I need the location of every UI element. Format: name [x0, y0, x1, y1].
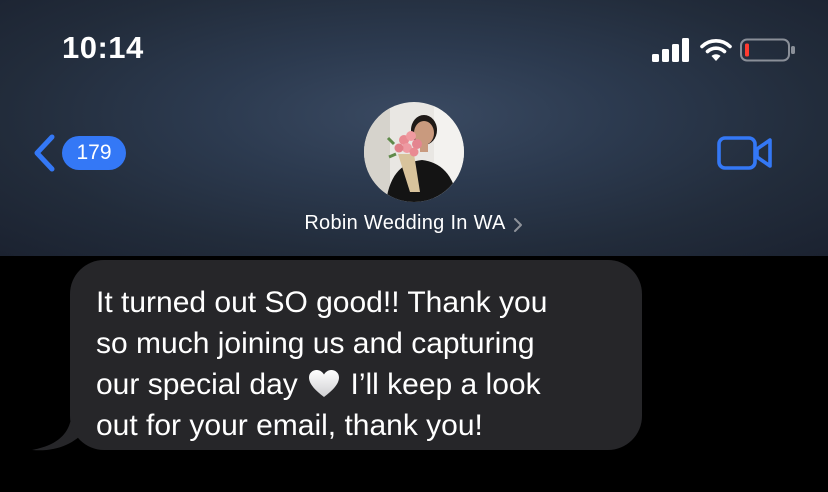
contact-avatar[interactable]: [364, 102, 464, 202]
white-heart-icon: [309, 370, 340, 397]
messages-screen: 10:14 179 Robin Wedding In WA It turned …: [0, 0, 828, 492]
message-line: out for your email, thank you!: [96, 409, 483, 442]
message-bubble[interactable]: It turned out SO good!! Thank you so muc…: [30, 258, 642, 454]
contact-name: Robin Wedding In WA: [304, 212, 506, 234]
message-bubble-body: It turned out SO good!! Thank you so muc…: [70, 260, 642, 450]
chevron-left-icon: [34, 134, 55, 172]
video-camera-icon[interactable]: [716, 134, 774, 172]
battery-low-icon: [740, 38, 795, 62]
message-line: so much joining us and capturing: [96, 327, 535, 360]
unread-count-badge: 179: [62, 136, 126, 170]
back-button[interactable]: 179: [30, 133, 126, 173]
avatar-photo: [364, 102, 464, 202]
message-line: our special day I’ll keep a look: [96, 364, 622, 405]
cellular-signal-icon: [652, 38, 689, 62]
contact-name-button[interactable]: Robin Wedding In WA: [0, 212, 828, 235]
conversation-header: 10:14 179 Robin Wedding In WA: [0, 0, 828, 256]
message-line: It turned out SO good!! Thank you: [96, 286, 548, 319]
wifi-icon: [700, 39, 732, 61]
message-text: our special day: [96, 368, 298, 401]
chevron-right-icon: [513, 217, 522, 232]
message-text: I’ll keep a look: [350, 368, 541, 401]
status-time: 10:14: [62, 30, 144, 65]
